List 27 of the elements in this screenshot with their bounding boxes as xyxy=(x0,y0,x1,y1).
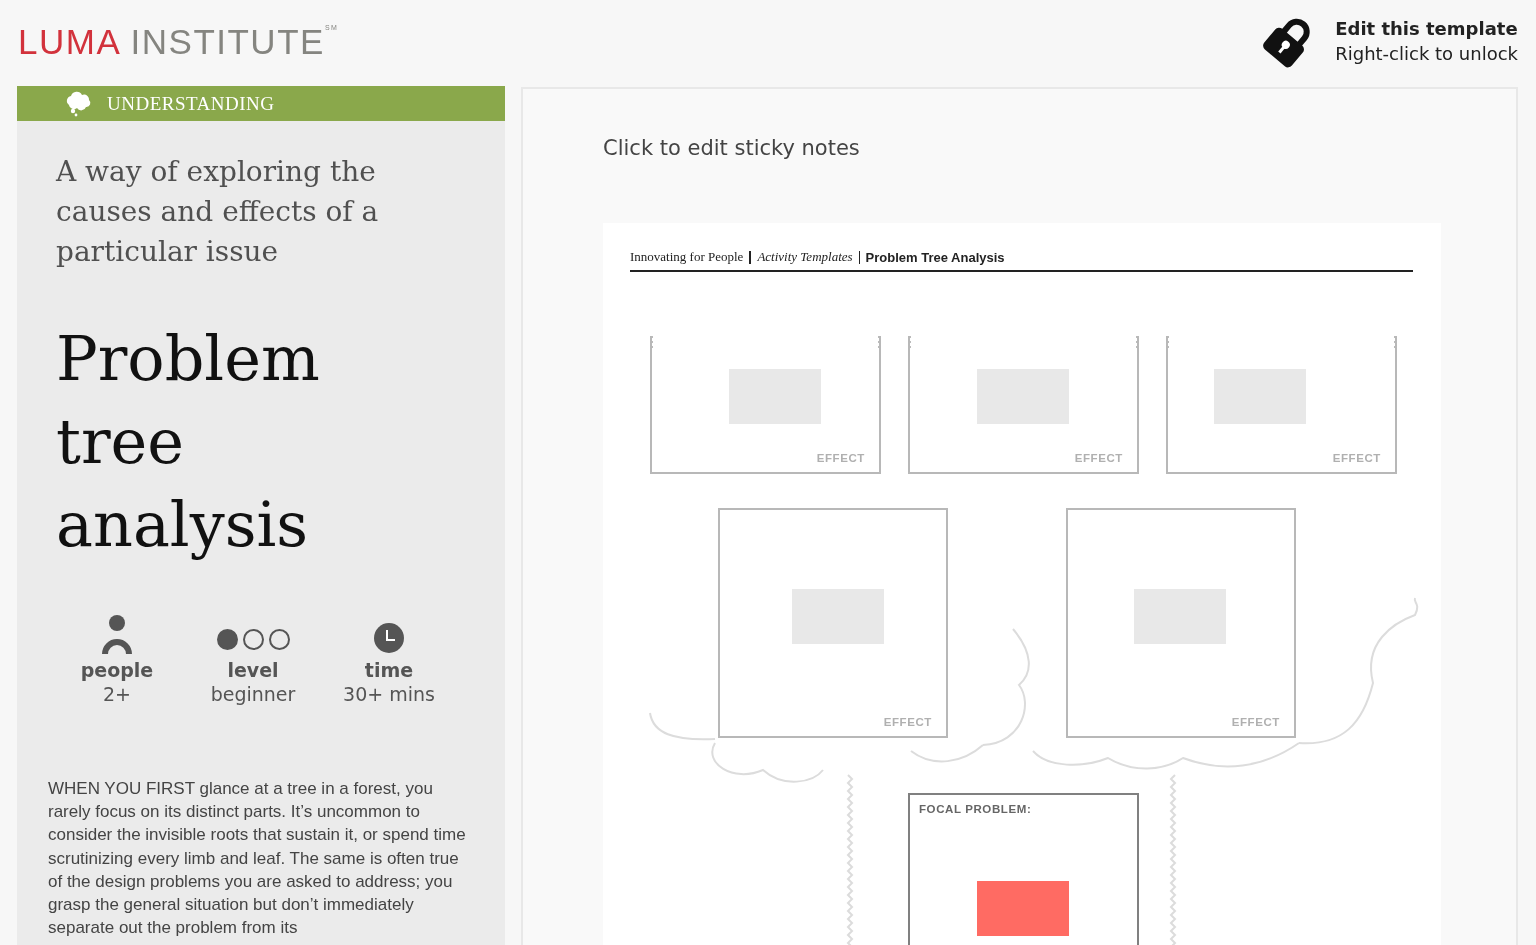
box-label: FOCAL PROBLEM: xyxy=(919,803,1032,815)
description-text: WHEN YOU FIRST glance at a tree in a forest, you rarely focus on its distinct parts. It’s uncommon to consider the invisible roots that sustain it, or spend time scrutinizing every limb and leaf. The same is often true of the design problems you are asked to address; you grasp the general situation but don’t immediately separate out the problem from its xyxy=(47,778,467,940)
box-label: EFFECT xyxy=(816,452,865,464)
breadcrumb-text: Activity Templates xyxy=(757,249,853,265)
box-label: EFFECT xyxy=(1074,452,1123,464)
stat-value: 2+ xyxy=(103,683,131,705)
thought-bubble-icon xyxy=(64,90,92,117)
stat-label: time xyxy=(364,659,414,681)
unlock-hint: Right-click to unlock xyxy=(1335,42,1518,66)
sticky-note[interactable] xyxy=(977,881,1069,936)
person-icon xyxy=(100,614,134,654)
instruction-text: Click to edit sticky notes xyxy=(603,136,861,162)
stat-value: beginner xyxy=(210,683,296,705)
method-title: Problem tree analysis xyxy=(56,321,321,563)
box-label: EFFECT xyxy=(1332,452,1381,464)
clock-icon xyxy=(373,622,405,654)
breadcrumb-text: Problem Tree Analysis xyxy=(865,249,1005,265)
category-label: UNDERSTANDING xyxy=(107,92,275,115)
breadcrumb-text: Innovating for People xyxy=(630,249,744,265)
stat-value: 30+ mins xyxy=(343,683,435,705)
box-label: EFFECT xyxy=(1231,716,1280,728)
box-label: EFFECT xyxy=(883,716,932,728)
unlock-title: Edit this template xyxy=(1335,17,1518,41)
logo: LUMA INSTITUTE$^{SM}$ xyxy=(18,22,339,62)
stat-label: people xyxy=(80,659,154,681)
stat-label: level xyxy=(227,659,279,681)
tagline: A way of exploring the causes and effects of a particular issue xyxy=(54,154,380,270)
